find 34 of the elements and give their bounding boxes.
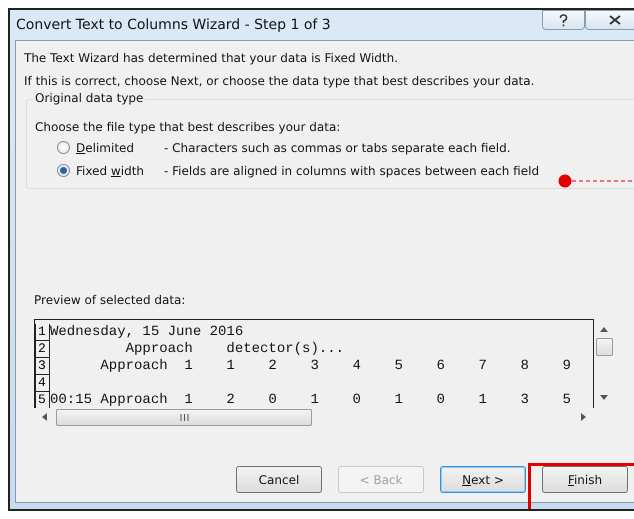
radio-button[interactable] [57,164,70,177]
close-icon [609,15,621,25]
scroll-down-icon [600,395,608,400]
scroll-up-icon [600,327,608,332]
row-number: 2 [35,341,50,358]
intro-text: The Text Wizard has determined that your data is Fixed Width. [24,51,400,65]
option-description: - Characters such as commas or tabs separate each field. [164,140,511,154]
preview-line: Wednesday, 15 June 2016 [50,324,244,341]
row-number: 4 [35,375,50,392]
scroll-thumb[interactable] [56,408,312,426]
option-label[interactable]: Delimited [76,140,164,154]
window-title: Convert Text to Columns Wizard - Step 1 of 3 [16,17,331,33]
preview-line: Approach 1 1 2 3 4 5 6 7 8 9 [99,358,571,375]
help-button[interactable] [542,10,585,30]
preview-line: Approach detector(s)... [124,341,344,358]
radio-button[interactable] [57,141,70,154]
dialog-button[interactable]: Cancel [236,466,322,493]
grip-icon [180,414,188,420]
scroll-thumb[interactable] [596,338,612,356]
preview-title: Preview of selected data: [34,293,186,307]
option-description: - Fields are aligned in columns with spaces between each field [164,164,540,178]
group-title: Original data type [33,91,146,105]
intro-text: If this is correct, choose Next, or choose the data type that best describes your data. [24,74,536,88]
row-number: 3 [35,358,50,375]
option-label[interactable]: Fixed width [76,164,164,178]
row-number: 1 [35,324,50,341]
preview-line: 00:15 Approach 1 2 0 1 0 1 0 1 3 5 [50,392,571,408]
dialog-button[interactable]: Finish [542,466,628,493]
scroll-right-icon [581,413,586,421]
help-icon [559,14,568,26]
group-prompt: Choose the file type that best describes your data: [35,120,342,134]
scroll-left-icon [42,413,47,421]
dialog-button[interactable]: Next > [440,466,526,493]
close-button[interactable] [585,10,634,30]
